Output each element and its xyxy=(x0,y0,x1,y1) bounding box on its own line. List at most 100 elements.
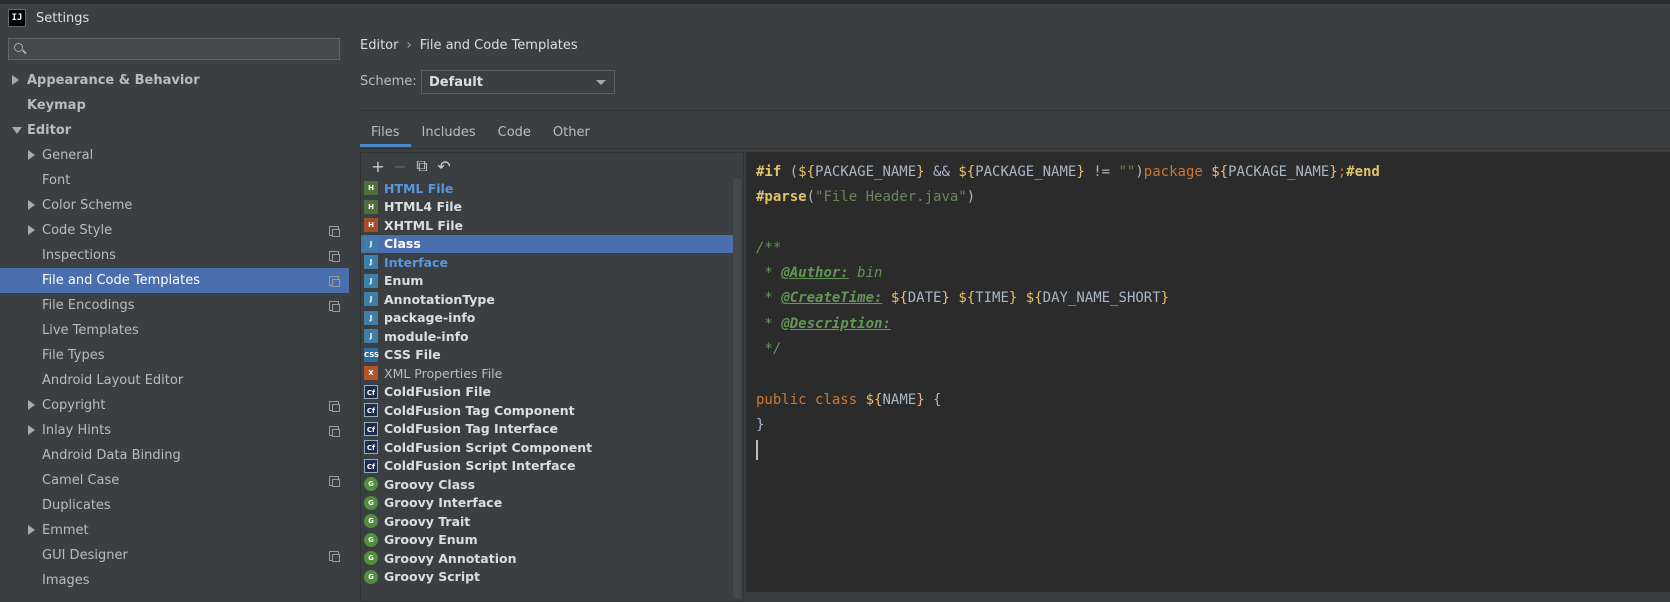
template-list-item[interactable]: H HTML4 File xyxy=(361,198,733,217)
template-tabs: Files Includes Code Other xyxy=(360,118,601,148)
templates-scrollbar[interactable] xyxy=(733,179,741,599)
code-token: } xyxy=(756,416,765,433)
templates-toolbar: + − ⧉ ↶ xyxy=(361,153,743,179)
sidebar-item[interactable]: Android Data Binding xyxy=(0,443,349,468)
template-label: ColdFusion File xyxy=(384,384,491,400)
template-label: Enum xyxy=(384,273,424,289)
template-list-item[interactable]: G Groovy Annotation xyxy=(361,549,733,568)
template-label: Interface xyxy=(384,254,448,270)
sidebar-item[interactable]: Color Scheme xyxy=(0,193,349,218)
reset-template-button[interactable]: ↶ xyxy=(433,156,455,176)
template-list-item[interactable]: Cf ColdFusion Script Interface xyxy=(361,457,733,476)
template-code[interactable]: #if (${PACKAGE_NAME} && ${PACKAGE_NAME} … xyxy=(756,160,1380,464)
template-list-item[interactable]: G Groovy Trait xyxy=(361,512,733,531)
tab-code[interactable]: Code xyxy=(487,118,542,148)
template-list-item[interactable]: J Enum xyxy=(361,272,733,291)
cf-file-icon: Cf xyxy=(364,384,378,399)
template-list-item[interactable]: G Groovy Class xyxy=(361,475,733,494)
template-list-item[interactable]: Jmodule-info xyxy=(361,327,733,346)
template-list-item[interactable]: H HTML File xyxy=(361,179,733,198)
sidebar-item[interactable]: File Encodings xyxy=(0,293,349,318)
template-label: XHTML File xyxy=(384,217,463,233)
template-list-item[interactable]: J Class xyxy=(361,234,733,253)
breadcrumb: Editor › File and Code Templates xyxy=(360,38,578,53)
sidebar-item-label: Inspections xyxy=(42,248,116,263)
sidebar-item[interactable]: Inspections xyxy=(0,243,349,268)
code-line: * @CreateTime: ${DATE} ${TIME} ${DAY_NAM… xyxy=(756,286,1380,311)
template-label: Groovy Annotation xyxy=(384,550,517,566)
breadcrumb-parent[interactable]: Editor xyxy=(360,38,398,53)
groovy-file-icon: G xyxy=(364,569,378,584)
template-list-item[interactable]: CSS CSS File xyxy=(361,346,733,365)
template-list-item[interactable]: Cf ColdFusion Script Component xyxy=(361,438,733,457)
groovy-file-icon: G xyxy=(364,532,378,547)
add-template-button[interactable]: + xyxy=(367,156,389,176)
code-token: TIME xyxy=(975,290,1009,307)
template-list-item[interactable]: Cf ColdFusion Tag Component xyxy=(361,401,733,420)
template-list-item[interactable]: X XML Properties File xyxy=(361,364,733,383)
expand-right-icon[interactable] xyxy=(28,225,35,235)
scheme-dropdown[interactable]: Default xyxy=(421,70,615,94)
template-label: HTML File xyxy=(384,180,454,196)
expand-right-icon[interactable] xyxy=(28,425,35,435)
search-input[interactable] xyxy=(32,41,339,57)
sidebar-item[interactable]: Keymap xyxy=(0,93,349,118)
code-line: ​ xyxy=(756,362,1380,387)
template-list-item[interactable]: G Groovy Enum xyxy=(361,531,733,550)
code-line: #parse("File Header.java") xyxy=(756,185,1380,210)
sidebar-item[interactable]: Appearance & Behavior xyxy=(0,68,349,93)
template-list-item[interactable]: Cf ColdFusion Tag Interface xyxy=(361,420,733,439)
sidebar-item[interactable]: Font xyxy=(0,168,349,193)
sidebar-item[interactable]: File Types xyxy=(0,343,349,368)
tab-other[interactable]: Other xyxy=(542,118,601,148)
sidebar-item[interactable]: Duplicates xyxy=(0,493,349,518)
sidebar-item[interactable]: Code Style xyxy=(0,218,349,243)
tab-includes[interactable]: Includes xyxy=(411,118,487,148)
expand-right-icon[interactable] xyxy=(28,200,35,210)
sidebar-item-label: Font xyxy=(42,173,71,188)
expand-right-icon[interactable] xyxy=(28,525,35,535)
sidebar-item[interactable]: GUI Designer xyxy=(0,543,349,568)
template-list-item[interactable]: G Groovy Interface xyxy=(361,494,733,513)
sidebar-item[interactable]: Copyright xyxy=(0,393,349,418)
template-label: Groovy Enum xyxy=(384,532,478,548)
sidebar-item[interactable]: Live Templates xyxy=(0,318,349,343)
sidebar-item[interactable]: Android Layout Editor xyxy=(0,368,349,393)
expand-down-icon[interactable] xyxy=(12,127,22,134)
template-list-item[interactable]: J AnnotationType xyxy=(361,290,733,309)
expand-right-icon[interactable] xyxy=(12,75,19,85)
sidebar-item-label: Emmet xyxy=(42,523,89,538)
sidebar-item-label: Keymap xyxy=(27,98,86,113)
code-token: ${ xyxy=(890,290,908,307)
template-list-item[interactable]: Cf ColdFusion File xyxy=(361,383,733,402)
template-list-item[interactable]: H XHTML File xyxy=(361,216,733,235)
sidebar-item[interactable]: General xyxy=(0,143,349,168)
java-file-icon: J xyxy=(364,310,378,325)
sidebar-item[interactable]: Camel Case xyxy=(0,468,349,493)
template-label: XML Properties File xyxy=(384,365,503,381)
template-label: package-info xyxy=(384,310,476,326)
sidebar-item-label: File Types xyxy=(42,348,105,363)
template-list-item[interactable]: Jpackage-info xyxy=(361,309,733,328)
template-list-item[interactable]: J Interface xyxy=(361,253,733,272)
sidebar-item[interactable]: Images xyxy=(0,568,349,593)
sidebar-item[interactable]: File and Code Templates xyxy=(0,268,349,293)
settings-content: Editor › File and Code Templates Scheme: D… xyxy=(350,32,1670,602)
scheme-label: Scheme: xyxy=(360,74,417,89)
template-editor[interactable]: #if (${PACKAGE_NAME} && ${PACKAGE_NAME} … xyxy=(746,152,1670,602)
code-line: #if (${PACKAGE_NAME} && ${PACKAGE_NAME} … xyxy=(756,160,1380,185)
settings-search[interactable] xyxy=(8,38,340,60)
java-file-icon: J xyxy=(364,255,378,270)
settings-sidebar: Appearance & Behavior Keymap Editor General… xyxy=(0,32,349,602)
expand-right-icon[interactable] xyxy=(28,150,35,160)
tab-files[interactable]: Files xyxy=(360,118,411,148)
copy-template-button[interactable]: ⧉ xyxy=(411,156,433,176)
expand-right-icon[interactable] xyxy=(28,400,35,410)
remove-template-button[interactable]: − xyxy=(389,156,411,176)
code-token: ( xyxy=(806,189,816,206)
template-label: Groovy Trait xyxy=(384,513,471,529)
sidebar-item[interactable]: Emmet xyxy=(0,518,349,543)
sidebar-item[interactable]: Inlay Hints xyxy=(0,418,349,443)
template-list-item[interactable]: G Groovy Script xyxy=(361,568,733,587)
sidebar-item[interactable]: Editor xyxy=(0,118,349,143)
